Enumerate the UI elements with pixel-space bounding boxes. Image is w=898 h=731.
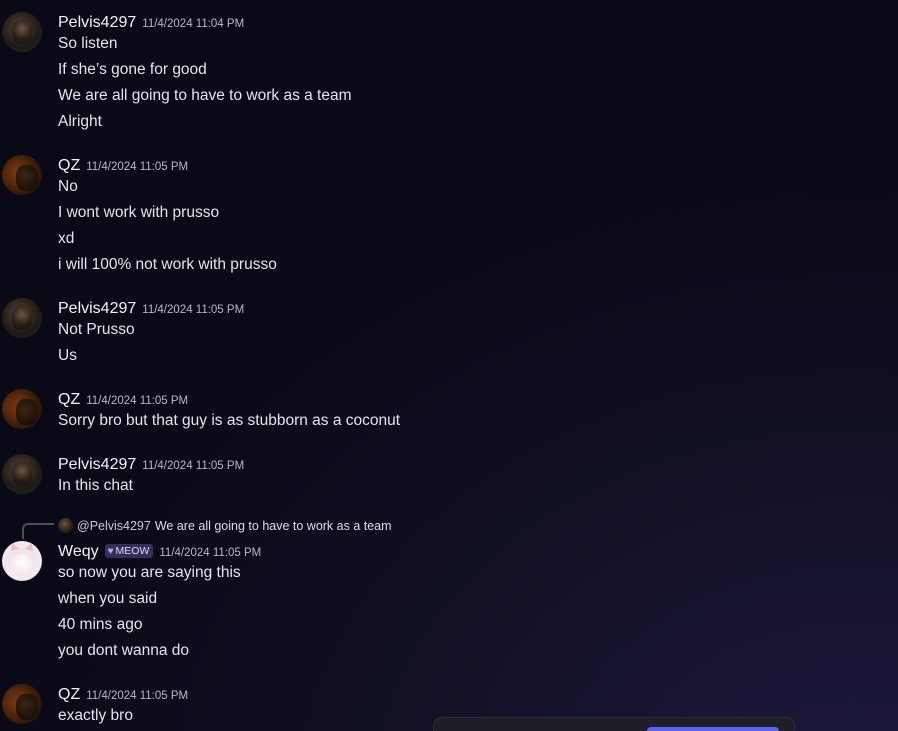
reply-text[interactable]: We are all going to have to work as a te… bbox=[155, 519, 392, 533]
message-line: I wont work with prusso bbox=[58, 204, 220, 221]
message-line: you dont wanna do bbox=[58, 642, 189, 659]
chat-messages: Pelvis4297 11/4/2024 11:04 PM So listen I… bbox=[0, 0, 898, 731]
avatar-qz[interactable] bbox=[2, 155, 42, 195]
message-header: Pelvis4297 11/4/2024 11:05 PM bbox=[58, 454, 244, 474]
message-line: exactly bro bbox=[58, 707, 133, 724]
username[interactable]: Pelvis4297 bbox=[58, 456, 136, 473]
message-line: Alright bbox=[58, 113, 102, 130]
avatar-qz[interactable] bbox=[2, 684, 42, 724]
reply-preview[interactable]: @Pelvis4297 We are all going to have to w… bbox=[58, 518, 392, 533]
timestamp: 11/4/2024 11:05 PM bbox=[86, 690, 189, 702]
avatar-pelvis4297[interactable] bbox=[2, 298, 42, 338]
message-header: QZ 11/4/2024 11:05 PM bbox=[58, 684, 188, 704]
timestamp: 11/4/2024 11:05 PM bbox=[142, 304, 245, 316]
message-header: Pelvis4297 11/4/2024 11:04 PM bbox=[58, 12, 244, 32]
reply-avatar bbox=[58, 518, 73, 533]
username[interactable]: Weqy bbox=[58, 543, 99, 560]
reply-author[interactable]: @Pelvis4297 bbox=[77, 519, 151, 533]
avatar-pelvis4297[interactable] bbox=[2, 454, 42, 494]
message-line: We are all going to have to work as a te… bbox=[58, 87, 352, 104]
message-line: Us bbox=[58, 347, 77, 364]
message-line: so now you are saying this bbox=[58, 564, 241, 581]
avatar-qz[interactable] bbox=[2, 389, 42, 429]
message-header: Weqy ♥ MEOW 11/4/2024 11:05 PM bbox=[58, 541, 261, 561]
message-line: 40 mins ago bbox=[58, 616, 143, 633]
primary-button[interactable] bbox=[647, 727, 779, 731]
username[interactable]: Pelvis4297 bbox=[58, 14, 136, 31]
message-line: i will 100% not work with prusso bbox=[58, 256, 277, 273]
message-line: xd bbox=[58, 230, 75, 247]
timestamp: 11/4/2024 11:04 PM bbox=[142, 18, 245, 30]
avatar-face bbox=[11, 554, 33, 576]
guild-tag-badge[interactable]: ♥ MEOW bbox=[104, 544, 154, 558]
timestamp: 11/4/2024 11:05 PM bbox=[142, 460, 245, 472]
message-header: Pelvis4297 11/4/2024 11:05 PM bbox=[58, 298, 244, 318]
message-line: Sorry bro but that guy is as stubborn as… bbox=[58, 412, 401, 429]
avatar-weqy[interactable] bbox=[2, 541, 42, 581]
avatar-pelvis4297[interactable] bbox=[2, 12, 42, 52]
message-line: In this chat bbox=[58, 477, 133, 494]
message-line: If she’s gone for good bbox=[58, 61, 207, 78]
heart-icon: ♥ bbox=[107, 546, 114, 557]
message-header: QZ 11/4/2024 11:05 PM bbox=[58, 389, 188, 409]
timestamp: 11/4/2024 11:05 PM bbox=[86, 395, 189, 407]
username[interactable]: QZ bbox=[58, 391, 80, 408]
timestamp: 11/4/2024 11:05 PM bbox=[159, 547, 262, 559]
username[interactable]: QZ bbox=[58, 157, 80, 174]
badge-label: MEOW bbox=[115, 545, 150, 557]
message-header: QZ 11/4/2024 11:05 PM bbox=[58, 155, 188, 175]
message-line: No bbox=[58, 178, 78, 195]
reply-connector bbox=[22, 523, 54, 539]
message-line: So listen bbox=[58, 35, 118, 52]
username[interactable]: Pelvis4297 bbox=[58, 300, 136, 317]
username[interactable]: QZ bbox=[58, 686, 80, 703]
timestamp: 11/4/2024 11:05 PM bbox=[86, 161, 189, 173]
message-line: when you said bbox=[58, 590, 158, 607]
message-line: Not Prusso bbox=[58, 321, 135, 338]
